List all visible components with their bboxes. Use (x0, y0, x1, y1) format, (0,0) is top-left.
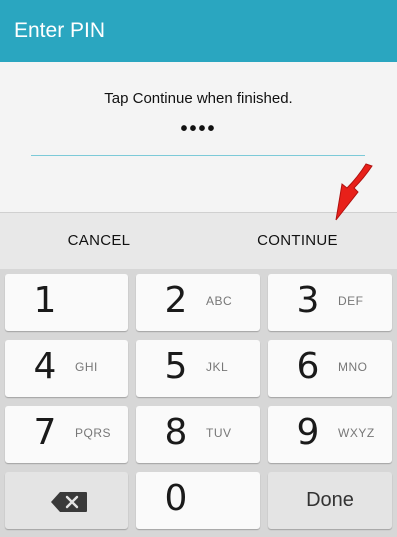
key-letters: GHI (75, 360, 98, 374)
key-digit: 7 (33, 412, 57, 453)
instruction-text: Tap Continue when finished. (104, 90, 293, 107)
page-title: Enter PIN (14, 19, 106, 42)
key-digit: 2 (164, 280, 188, 321)
key-letters: MNO (338, 360, 368, 374)
key-letters: JKL (206, 360, 229, 374)
backspace-key[interactable] (5, 472, 128, 529)
done-key[interactable]: Done (268, 472, 392, 529)
key-letters: DEF (338, 294, 364, 308)
key-letters: PQRS (75, 426, 112, 440)
key-1[interactable]: 1 (5, 274, 128, 331)
key-digit: 8 (164, 412, 188, 453)
key-3[interactable]: 3 DEF (268, 274, 392, 331)
key-7[interactable]: 7 PQRS (5, 406, 128, 463)
key-letters: TUV (206, 426, 232, 440)
key-digit: 5 (164, 346, 188, 387)
red-arrow-icon (335, 163, 373, 221)
key-digit: 9 (296, 412, 320, 453)
key-digit: 0 (164, 478, 188, 519)
key-4[interactable]: 4 GHI (5, 340, 128, 397)
key-digit: 3 (296, 280, 320, 321)
numeric-keypad: 1 2 ABC 3 DEF 4 GHI 5 JKL 6 MNO 7 PQRS 8… (0, 269, 397, 537)
key-2[interactable]: 2 ABC (136, 274, 260, 331)
key-letters: WXYZ (338, 426, 375, 440)
done-label: Done (306, 489, 354, 511)
key-letters: ABC (206, 294, 233, 308)
key-8[interactable]: 8 TUV (136, 406, 260, 463)
key-9[interactable]: 9 WXYZ (268, 406, 392, 463)
key-5[interactable]: 5 JKL (136, 340, 260, 397)
cancel-button[interactable]: CANCEL (0, 213, 198, 270)
pin-input-underline (31, 155, 365, 156)
key-digit: 6 (296, 346, 320, 387)
key-0[interactable]: 0 (136, 472, 260, 529)
key-6[interactable]: 6 MNO (268, 340, 392, 397)
key-digit: 4 (33, 346, 57, 387)
pin-input[interactable]: •••• (0, 118, 397, 141)
backspace-icon (51, 492, 87, 512)
key-digit: 1 (33, 280, 57, 321)
app-header: Enter PIN (0, 0, 397, 62)
